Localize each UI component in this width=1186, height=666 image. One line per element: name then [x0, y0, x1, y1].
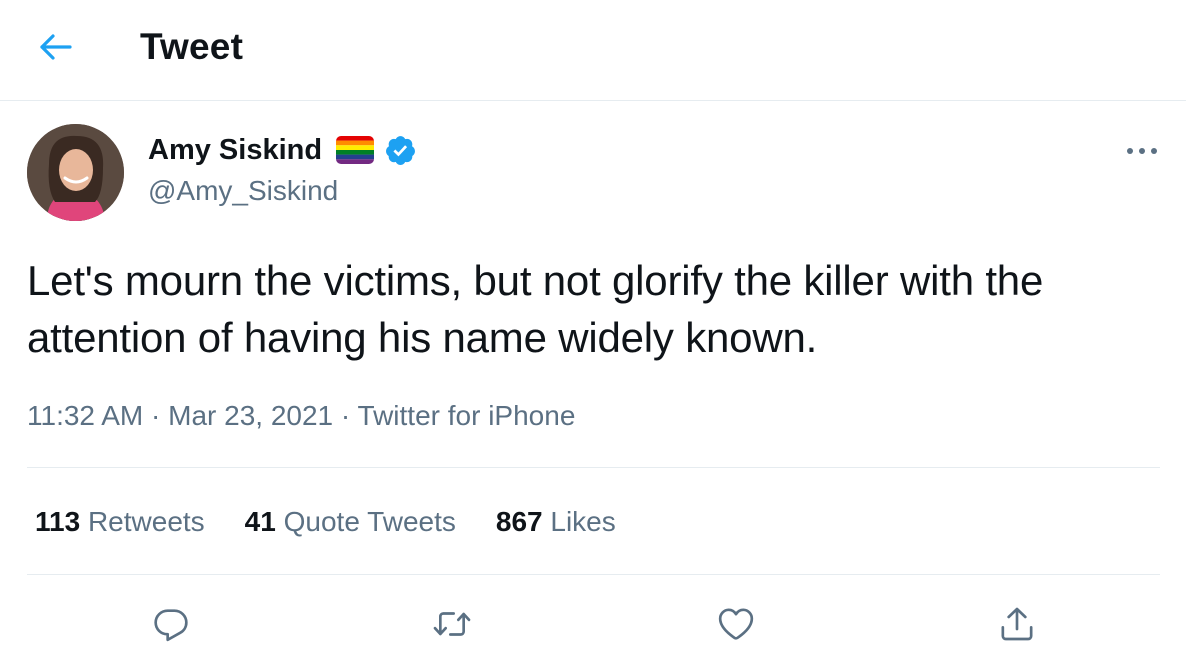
retweets-stat[interactable]: 113 Retweets	[35, 506, 205, 538]
quote-tweets-stat[interactable]: 41 Quote Tweets	[245, 506, 456, 538]
likes-count: 867	[495, 506, 543, 537]
tweet-source[interactable]: Twitter for iPhone	[358, 400, 576, 431]
likes-stat[interactable]: 867 Likes	[496, 506, 616, 538]
meta-separator: ·	[340, 400, 351, 431]
meta-separator: ·	[151, 400, 161, 431]
rainbow-flag-icon	[336, 136, 374, 164]
more-dots-icon	[1127, 148, 1157, 154]
tweet-date[interactable]: Mar 23, 2021	[168, 400, 333, 431]
retweet-icon	[433, 612, 471, 636]
verified-badge-icon	[384, 134, 417, 167]
like-icon	[718, 608, 754, 640]
page-title: Tweet	[140, 26, 244, 67]
page-header: Tweet	[0, 0, 1186, 101]
reply-icon	[154, 609, 188, 642]
author-name[interactable]: Amy Siskind	[148, 134, 322, 167]
more-options-button[interactable]	[1120, 136, 1164, 166]
divider	[27, 574, 1160, 575]
tweet-stats: 113 Retweets 41 Quote Tweets 867 Likes	[35, 506, 656, 538]
retweets-count: 113	[35, 506, 81, 537]
divider	[27, 467, 1160, 468]
share-button[interactable]	[993, 600, 1041, 648]
like-button[interactable]	[712, 600, 760, 648]
tweet-text: Let's mourn the victims, but not glorify…	[27, 257, 1044, 361]
avatar[interactable]	[27, 124, 124, 221]
quote-tweets-label: Quote Tweets	[283, 506, 456, 537]
arrow-left-icon	[40, 34, 72, 60]
reply-button[interactable]	[147, 600, 195, 648]
back-button[interactable]	[34, 28, 78, 66]
tweet-metadata: 11:32 AM · Mar 23, 2021 · Twitter for iP…	[27, 400, 575, 432]
tweet-time[interactable]: 11:32 AM	[27, 400, 143, 431]
retweet-button[interactable]	[428, 600, 476, 648]
likes-label: Likes	[550, 506, 616, 537]
retweets-label: Retweets	[87, 506, 205, 537]
share-icon	[1001, 607, 1033, 641]
author-handle[interactable]: @Amy_Siskind	[148, 175, 338, 207]
quote-tweets-count: 41	[244, 506, 276, 537]
